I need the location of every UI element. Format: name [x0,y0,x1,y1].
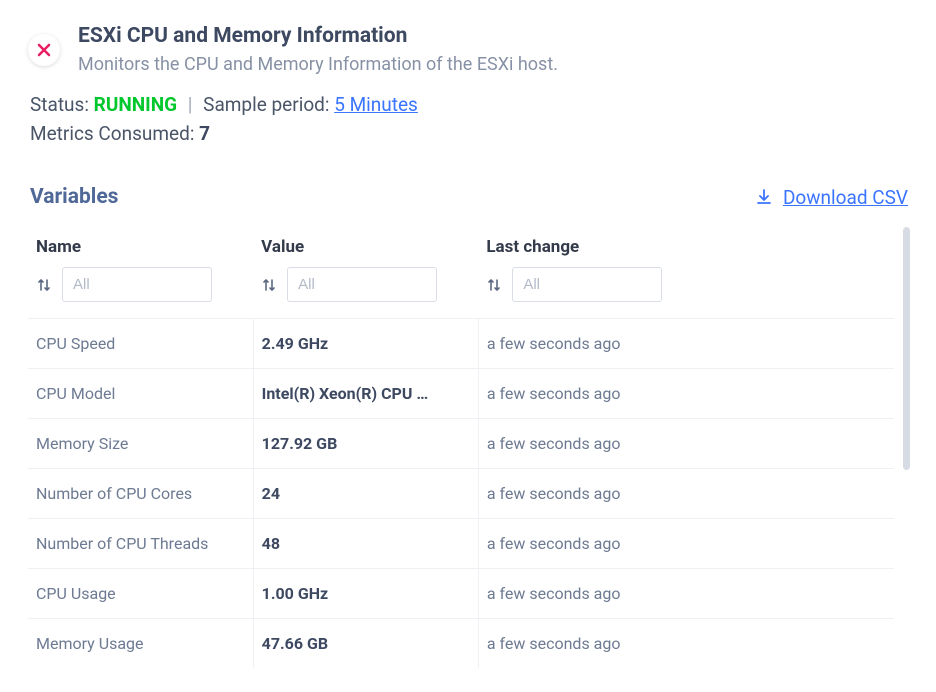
column-header-name[interactable]: Name [28,227,253,261]
cell-name: Number of CPU Threads [28,519,253,569]
cell-name: Number of CPU Cores [28,469,253,519]
cell-last-change: a few seconds ago [478,319,894,369]
column-header-last-change[interactable]: Last change [478,227,894,261]
variables-heading: Variables [30,185,118,209]
cell-value: 127.92 GB [253,419,478,469]
cell-name: Memory Size [28,419,253,469]
status-value: RUNNING [94,93,177,116]
variables-table: Name Value Last change [28,227,894,668]
divider: | [188,93,193,116]
table-row[interactable]: CPU Usage1.00 GHza few seconds ago [28,569,894,619]
cell-value: 47.66 GB [253,619,478,669]
cell-last-change: a few seconds ago [478,419,894,469]
cell-name: CPU Model [28,369,253,419]
filter-input-name[interactable] [62,267,212,302]
close-icon [37,43,51,57]
cell-value: 1.00 GHz [253,569,478,619]
sort-icon[interactable] [36,277,52,293]
column-header-value[interactable]: Value [253,227,478,261]
cell-name: Memory Usage [28,619,253,669]
table-row[interactable]: Memory Size127.92 GBa few seconds ago [28,419,894,469]
sample-period-label: Sample period: [203,93,329,116]
sample-period-link[interactable]: 5 Minutes [334,93,418,116]
metrics-consumed-value: 7 [199,122,210,145]
scrollbar-thumb[interactable] [903,227,910,470]
table-row[interactable]: CPU Speed2.49 GHza few seconds ago [28,319,894,369]
sort-icon[interactable] [261,277,277,293]
cell-last-change: a few seconds ago [478,519,894,569]
download-icon [755,188,773,206]
sort-icon[interactable] [486,277,502,293]
cell-last-change: a few seconds ago [478,369,894,419]
page-subtitle: Monitors the CPU and Memory Information … [78,54,558,75]
download-csv-label: Download CSV [783,186,908,209]
cell-last-change: a few seconds ago [478,619,894,669]
cell-last-change: a few seconds ago [478,469,894,519]
cell-name: CPU Usage [28,569,253,619]
status-label: Status: [30,93,89,116]
metrics-consumed-label: Metrics Consumed: [30,122,194,145]
page-title: ESXi CPU and Memory Information [78,24,558,48]
cell-value: Intel(R) Xeon(R) CPU … [253,369,478,419]
cell-name: CPU Speed [28,319,253,369]
filter-input-last-change[interactable] [512,267,662,302]
table-row[interactable]: Memory Usage47.66 GBa few seconds ago [28,619,894,669]
scrollbar[interactable] [903,227,910,668]
table-row[interactable]: Number of CPU Threads48a few seconds ago [28,519,894,569]
close-button[interactable] [28,34,60,66]
table-row[interactable]: CPU ModelIntel(R) Xeon(R) CPU …a few sec… [28,369,894,419]
cell-value: 2.49 GHz [253,319,478,369]
cell-last-change: a few seconds ago [478,569,894,619]
table-row[interactable]: Number of CPU Cores24a few seconds ago [28,469,894,519]
filter-input-value[interactable] [287,267,437,302]
cell-value: 24 [253,469,478,519]
download-csv-link[interactable]: Download CSV [755,186,908,209]
cell-value: 48 [253,519,478,569]
